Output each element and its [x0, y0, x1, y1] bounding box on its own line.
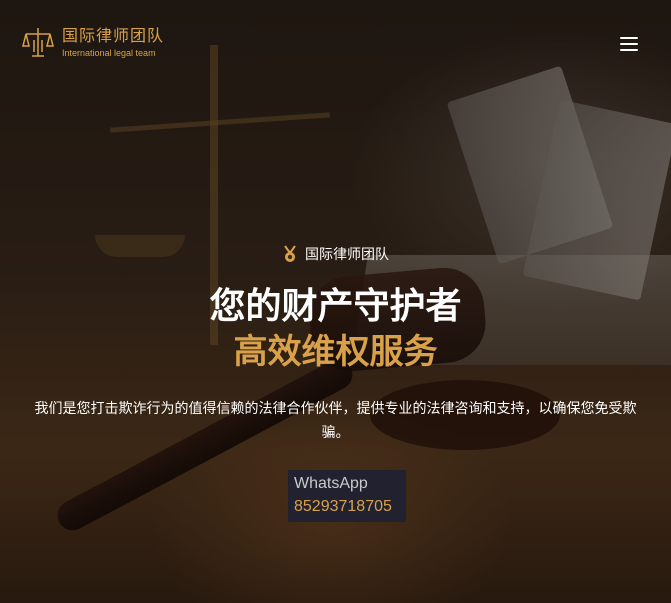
site-logo[interactable]: 国际律师团队 International legal team — [22, 26, 164, 60]
badge-text: 国际律师团队 — [305, 247, 389, 263]
medal-icon — [284, 245, 296, 262]
hero-description: 我们是您打击欺诈行为的值得信赖的法律合作伙伴，提供专业的法律咨询和支持，以确保您… — [34, 401, 637, 441]
hero-subheadline: 高效维权服务 — [233, 332, 438, 372]
hero-headline: 您的财产守护者 — [209, 285, 462, 327]
brand-name-en: International legal team — [62, 48, 156, 58]
hero-badge: 国际律师团队 — [0, 244, 671, 264]
hamburger-menu-icon[interactable] — [620, 37, 638, 53]
site-header: 国际律师团队 International legal team — [0, 0, 671, 90]
brand-name-cn: 国际律师团队 — [62, 26, 165, 45]
whatsapp-number[interactable]: 85293718705 — [294, 495, 400, 519]
whatsapp-contact-button[interactable]: WhatsApp 85293718705 — [288, 470, 406, 522]
scales-of-justice-icon — [22, 28, 54, 57]
whatsapp-label: WhatsApp — [294, 475, 368, 492]
